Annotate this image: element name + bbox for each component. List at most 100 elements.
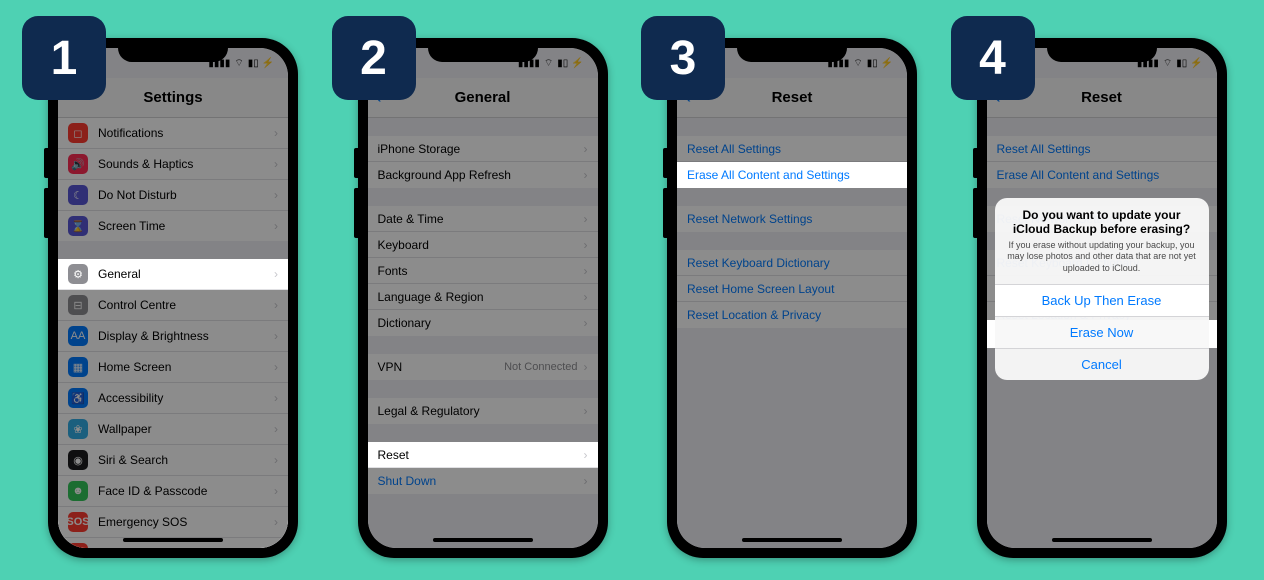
alert-message: If you erase without updating your backu… [1007, 240, 1197, 274]
list-row[interactable]: ♿ Accessibility› [58, 383, 288, 414]
step-badge: 4 [951, 16, 1035, 100]
list-row[interactable]: ⊟Control Centre› [58, 290, 288, 321]
list-row[interactable]: Fonts› [368, 258, 598, 284]
display-brightness-icon: AA [68, 326, 88, 346]
screen-general: ▮▮▮▮ ⌔ ▮▯ ⚡ ‹ General iPhone Storage›Bac… [368, 48, 598, 548]
list-row[interactable]: ⚙General› [58, 259, 288, 290]
list-row[interactable]: Reset Network Settings [677, 206, 907, 232]
backup-then-erase-button[interactable]: Back Up Then Erase [995, 284, 1209, 316]
list-row[interactable]: Reset Home Screen Layout [677, 276, 907, 302]
cancel-button[interactable]: Cancel [995, 348, 1209, 380]
list-row[interactable]: Reset› [368, 442, 598, 468]
home-indicator[interactable] [1052, 538, 1152, 542]
home-indicator[interactable] [742, 538, 842, 542]
row-label: Reset Network Settings [687, 212, 897, 226]
list-row[interactable]: AADisplay & Brightness› [58, 321, 288, 352]
general-group-e: Reset›Shut Down› [368, 442, 598, 494]
list-row[interactable]: ☻Face ID & Passcode› [58, 476, 288, 507]
nav-title: General [455, 89, 511, 106]
chevron-right-icon: › [584, 360, 588, 374]
wifi-icon: ⌔ [853, 57, 862, 70]
list-row[interactable]: Keyboard› [368, 232, 598, 258]
row-label: Emergency SOS [98, 515, 274, 529]
list-row[interactable]: Erase All Content and Settings [677, 162, 907, 188]
row-label: Home Screen [98, 360, 274, 374]
chevron-right-icon: › [274, 267, 278, 281]
list-row[interactable]: VPNNot Connected › [368, 354, 598, 380]
list-row[interactable]: Background App Refresh› [368, 162, 598, 188]
wifi-icon: ⌔ [1163, 57, 1172, 70]
battery-icon: ▮▯ ⚡ [248, 58, 274, 69]
list-row[interactable]: ☾Do Not Disturb› [58, 180, 288, 211]
list-row[interactable]: Reset All Settings [987, 136, 1217, 162]
do-not-disturb-icon: ☾ [68, 185, 88, 205]
home-indicator[interactable] [123, 538, 223, 542]
wallpaper-icon: ❀ [68, 419, 88, 439]
row-label: VPN [378, 360, 505, 374]
step-panel-4: 4 ▮▮▮▮ ⌔ ▮▯ ⚡ ‹ Reset Reset All Settings… [955, 20, 1239, 560]
nav-title: Reset [1081, 89, 1122, 106]
row-detail: Not Connected [504, 361, 577, 373]
list-row[interactable]: ◻Notifications› [58, 118, 288, 149]
alert-title: Do you want to update your iCloud Backup… [1007, 208, 1197, 236]
chevron-right-icon: › [584, 142, 588, 156]
erase-now-button[interactable]: Erase Now [995, 316, 1209, 348]
list-row[interactable]: Reset Keyboard Dictionary [677, 250, 907, 276]
list-row[interactable]: ⌛Screen Time› [58, 211, 288, 241]
battery-icon: ▮▯ ⚡ [1176, 58, 1202, 69]
settings-group-b: ⚙General›⊟Control Centre› AA Display & Bri… [58, 259, 288, 548]
battery-icon: ▮▯ ⚡ [557, 58, 583, 69]
home-indicator[interactable] [433, 538, 533, 542]
chevron-right-icon: › [584, 474, 588, 488]
row-label: Accessibility [98, 391, 274, 405]
row-label: Notifications [98, 126, 274, 140]
accessibility-icon: ♿ [68, 388, 88, 408]
step-panel-2: 2 ▮▮▮▮ ⌔ ▮▯ ⚡ ‹ General iPhone Storage›B… [336, 20, 620, 560]
chevron-right-icon: › [274, 515, 278, 529]
exposure-notifications-icon: ✳ [68, 543, 88, 548]
chevron-right-icon: › [274, 422, 278, 436]
row-label: Reset Keyboard Dictionary [687, 256, 897, 270]
chevron-right-icon: › [584, 316, 588, 330]
row-label: Display & Brightness [98, 329, 274, 343]
list-row[interactable]: SOSEmergency SOS› [58, 507, 288, 538]
list-row[interactable]: Reset Location & Privacy [677, 302, 907, 328]
chevron-right-icon: › [274, 157, 278, 171]
chevron-right-icon: › [274, 391, 278, 405]
notifications-icon: ◻ [68, 123, 88, 143]
wifi-icon: ⌔ [544, 57, 553, 70]
general-group-b: Date & Time›Keyboard›Fonts›Language & Re… [368, 206, 598, 336]
sounds-haptics-icon: 🔊 [68, 154, 88, 174]
battery-icon: ▮▯ ⚡ [867, 58, 893, 69]
reset-group-c: Reset Keyboard Dictionary Reset Home Scre… [677, 250, 907, 328]
row-label: Face ID & Passcode [98, 484, 274, 498]
list-row[interactable]: Shut Down› [368, 468, 598, 494]
list-row[interactable]: 🔊Sounds & Haptics› [58, 149, 288, 180]
row-label: Exposure Notifications [98, 546, 274, 548]
phone-frame: ▮▮▮▮ ⌔ ▮▯ ⚡ ‹ Reset Reset All SettingsEr… [667, 38, 917, 558]
chevron-right-icon: › [274, 484, 278, 498]
list-row[interactable]: Erase All Content and Settings [987, 162, 1217, 188]
chevron-right-icon: › [584, 264, 588, 278]
list-row[interactable]: ❀Wallpaper› [58, 414, 288, 445]
list-row[interactable]: Legal & Regulatory› [368, 398, 598, 424]
list-row[interactable]: Reset All Settings [677, 136, 907, 162]
general-group-a: iPhone Storage›Background App Refresh› [368, 136, 598, 188]
settings-group-a: ◻Notifications›🔊Sounds & Haptics›☾Do Not… [58, 118, 288, 241]
chevron-right-icon: › [274, 546, 278, 548]
phone-frame: ▮▮▮▮ ⌔ ▮▯ ⚡ ‹ Reset Reset All SettingsEr… [977, 38, 1227, 558]
chevron-right-icon: › [274, 188, 278, 202]
chevron-right-icon: › [274, 360, 278, 374]
list-row[interactable]: iPhone Storage› [368, 136, 598, 162]
list-row[interactable]: ▦Home Screen› [58, 352, 288, 383]
list-row[interactable]: Dictionary› [368, 310, 598, 336]
nav-title: Settings [143, 89, 202, 106]
row-label: Reset Location & Privacy [687, 308, 897, 322]
notch [737, 38, 847, 62]
list-row[interactable]: Language & Region› [368, 284, 598, 310]
reset-group-b: Reset Network Settings [677, 206, 907, 232]
list-row[interactable]: Date & Time› [368, 206, 598, 232]
row-label: Fonts [378, 264, 584, 278]
row-label: Screen Time [98, 219, 274, 233]
list-row[interactable]: ◉Siri & Search› [58, 445, 288, 476]
